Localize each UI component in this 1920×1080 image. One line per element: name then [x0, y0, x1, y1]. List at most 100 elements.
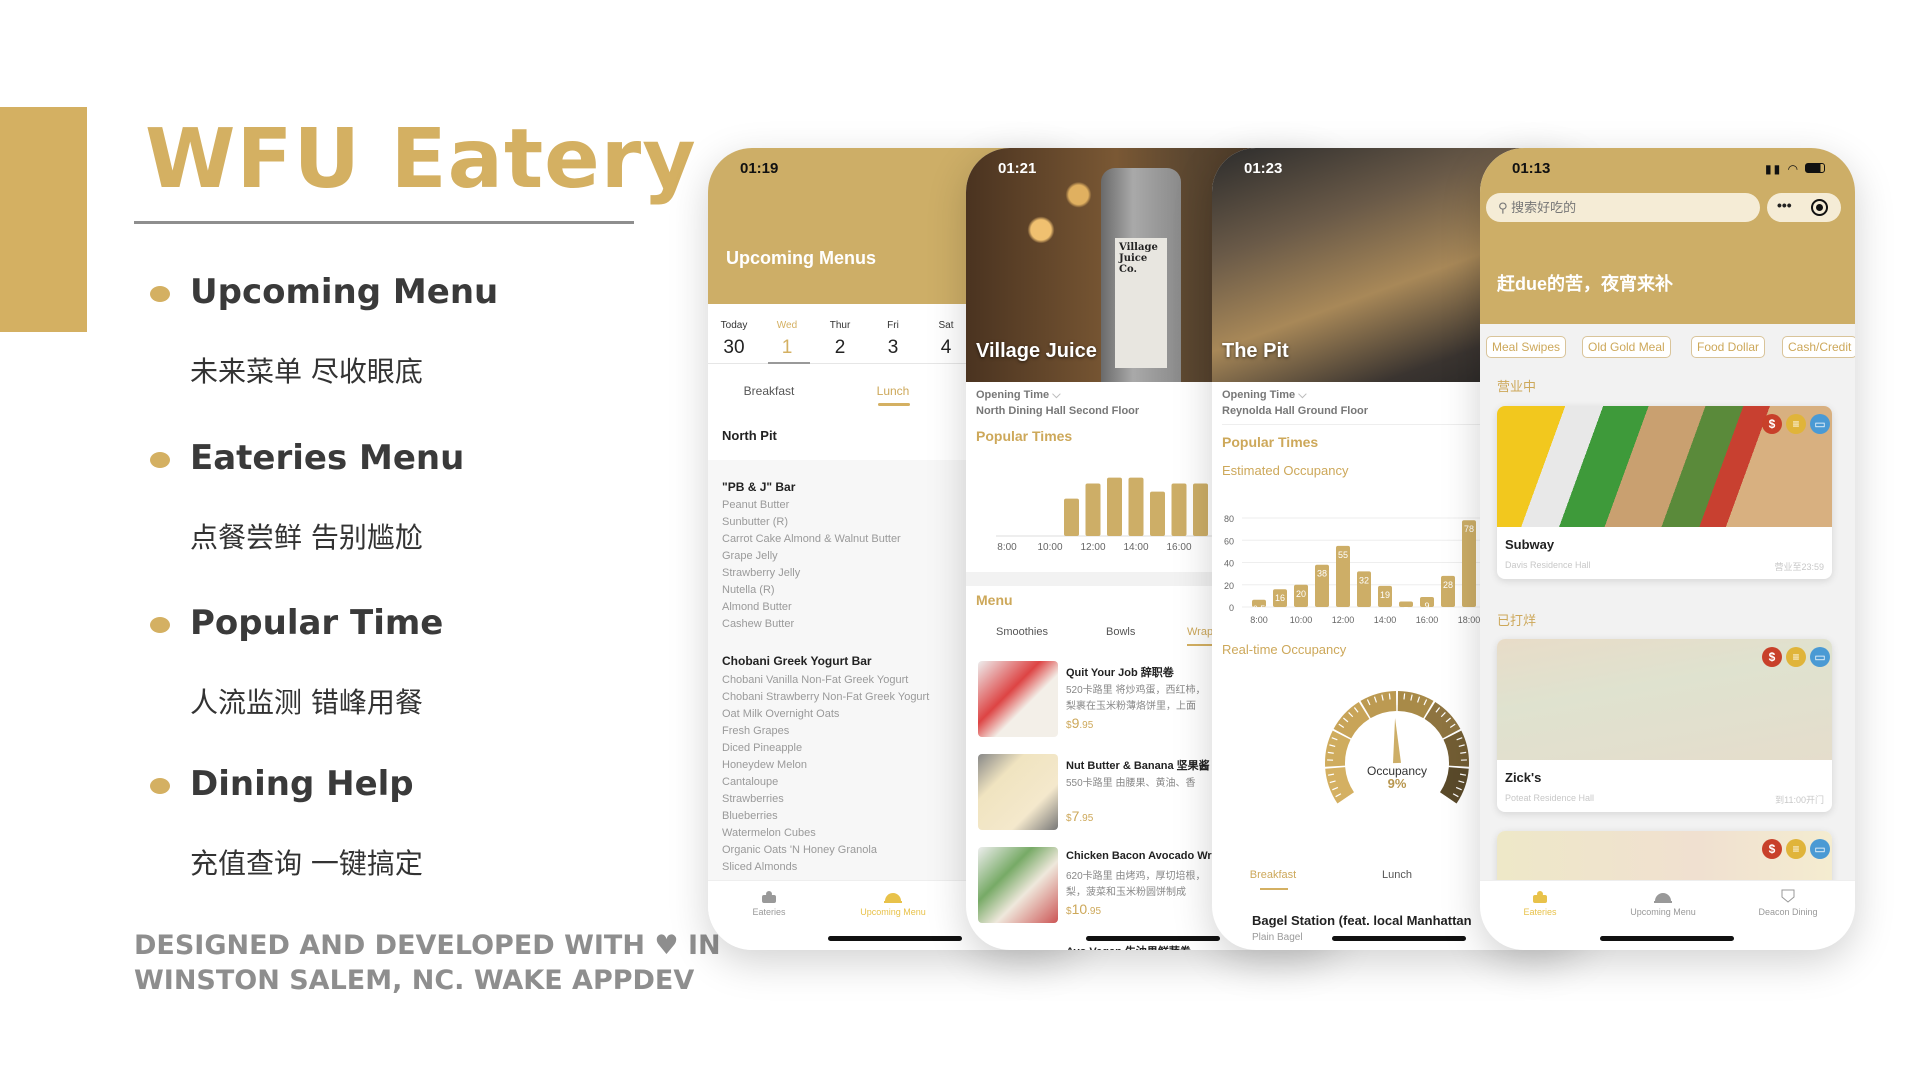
bullet-icon	[150, 286, 170, 302]
close-miniprogram-icon[interactable]	[1811, 199, 1828, 216]
data-label: 19	[1380, 590, 1390, 600]
menu-item-title[interactable]: Nut Butter & Banana 坚果酱	[1066, 757, 1210, 773]
gauge-segment	[1443, 730, 1469, 767]
tab-eateries[interactable]: Eateries	[714, 889, 824, 917]
data-label: 78	[1464, 524, 1474, 534]
station-title: Chobani Greek Yogurt Bar	[722, 654, 872, 668]
page-title: Upcoming Menus	[726, 248, 877, 268]
day-fri[interactable]: Fri 3	[868, 320, 918, 359]
menu-item-description: 550卡路里 由腰果、黄油、香	[1066, 778, 1196, 789]
x-tick-label: 14:00	[1374, 615, 1397, 625]
more-icon[interactable]: •••	[1777, 197, 1792, 213]
tab-eateries[interactable]: Eateries	[1485, 889, 1595, 917]
day-label: Today	[720, 320, 748, 331]
gauge-segment	[1325, 767, 1354, 804]
day-sat[interactable]: Sat 4	[921, 320, 971, 359]
tab-lunch[interactable]: Lunch	[853, 384, 933, 398]
cloche-icon	[884, 893, 902, 903]
price-int: 10	[1071, 901, 1088, 917]
opening-time-toggle[interactable]: Opening Time ⌵	[976, 389, 1061, 402]
tab-lunch[interactable]: Lunch	[1357, 869, 1437, 881]
eatery-name: The Pit	[1222, 340, 1289, 362]
location-text: North Dining Hall Second Floor	[976, 405, 1140, 417]
menu-item-title[interactable]: Chicken Bacon Avocado Wr	[1066, 850, 1212, 862]
x-tick-label: 10:00	[1037, 542, 1062, 553]
menu-item: Chobani Vanilla Non-Fat Greek Yogurt	[722, 674, 909, 686]
signal-icon: ▮▮	[1765, 162, 1783, 176]
bullet-icon	[150, 617, 170, 633]
day-number: 4	[940, 337, 952, 358]
search-placeholder: 搜索好吃的	[1511, 200, 1577, 215]
day-label: Thur	[829, 320, 851, 331]
day-number: 1	[781, 337, 793, 358]
filter-food-dollar[interactable]: Food Dollar	[1691, 336, 1766, 358]
x-tick-label: 10:00	[1290, 615, 1313, 625]
chevron-down-icon: ⌵	[1052, 389, 1061, 401]
filter-cash-credit[interactable]: Cash/Credit	[1782, 336, 1855, 358]
bullet-icon	[150, 778, 170, 794]
menu-item-price: $7.95	[1066, 808, 1093, 824]
category-bowls[interactable]: Bowls	[1106, 626, 1135, 638]
feature-title: Dining Help	[190, 764, 414, 804]
wifi-icon: ◠	[1787, 162, 1801, 176]
menu-item-title[interactable]: Avo Vegan 牛油果鲜蔬卷	[1066, 943, 1191, 950]
bar	[1150, 491, 1165, 536]
bullet-icon	[150, 452, 170, 468]
price-dec: .95	[1079, 720, 1094, 731]
eatery-name: Village Juice	[976, 340, 1097, 362]
bar	[1171, 483, 1187, 536]
filter-meal-swipes[interactable]: Meal Swipes	[1486, 336, 1567, 358]
feature-subtitle: 未来菜单 尽收眼底	[190, 355, 423, 388]
day-label: Sat	[938, 320, 954, 331]
status-icons: ▮▮ ◠	[1765, 162, 1826, 176]
capsule-menu: •••	[1767, 193, 1841, 222]
gold-accent-block	[0, 107, 87, 332]
divider	[1222, 424, 1482, 425]
tab-breakfast[interactable]: Breakfast	[729, 384, 809, 398]
opening-time-toggle[interactable]: Opening Time ⌵	[1222, 389, 1307, 402]
x-tick-label: 16:00	[1166, 542, 1191, 553]
filter-old-gold-meal[interactable]: Old Gold Meal	[1582, 336, 1671, 358]
coins-icon: ≡	[1786, 414, 1806, 434]
menu-item-image	[978, 847, 1058, 923]
data-label: 16	[1275, 593, 1285, 603]
menu-item-description: 620卡路里 由烤鸡，厚切培根，	[1066, 871, 1206, 882]
card-icon: ▭	[1810, 839, 1830, 859]
tab-upcoming-menu[interactable]: Upcoming Menu	[838, 889, 948, 917]
tab-breakfast[interactable]: Breakfast	[1233, 869, 1313, 881]
menu-item: Peanut Butter	[722, 499, 790, 511]
active-tab-underline	[1260, 888, 1288, 890]
category-smoothies[interactable]: Smoothies	[996, 626, 1048, 638]
y-tick-label: 0	[1229, 603, 1234, 613]
tab-deacon-dining[interactable]: Deacon Dining	[1733, 889, 1843, 917]
home-indicator	[1086, 936, 1220, 941]
data-label: 32	[1359, 575, 1369, 585]
data-label: 6.5	[1253, 604, 1266, 614]
status-time: 01:23	[1244, 160, 1283, 177]
bar	[1107, 477, 1122, 536]
dollar-icon: $	[1762, 414, 1782, 434]
menu-item-title[interactable]: Quit Your Job 辞职卷	[1066, 664, 1174, 680]
menu-item: Carrot Cake Almond & Walnut Butter	[722, 533, 901, 545]
day-label: Fri	[887, 320, 899, 331]
station-title: "PB & J" Bar	[722, 480, 796, 494]
gauge-segment	[1440, 767, 1469, 804]
menu-item-price: $9.95	[1066, 715, 1093, 731]
x-tick-label: 14:00	[1123, 542, 1148, 553]
day-wed[interactable]: Wed 1	[762, 320, 812, 359]
section-subtitle: Real-time Occupancy	[1222, 642, 1347, 657]
eatery-hours: 营业至23:59	[1774, 562, 1824, 572]
search-input[interactable]: ⚲ 搜索好吃的	[1486, 193, 1760, 222]
data-label: 9	[1424, 601, 1429, 611]
tab-upcoming-menu[interactable]: Upcoming Menu	[1608, 889, 1718, 917]
gauge-tick	[1327, 766, 1340, 769]
day-thur[interactable]: Thur 2	[815, 320, 865, 359]
day-today[interactable]: Today 30	[709, 320, 759, 359]
eatery-card-subway[interactable]: $ ≡ ▭ Subway Davis Residence Hall 营业至23:…	[1497, 406, 1832, 579]
x-tick-label: 18:00	[1458, 615, 1481, 625]
tab-label: Eateries	[752, 907, 786, 917]
menu-item-description: 梨裹在玉米粉薄烙饼里，上面	[1066, 701, 1196, 712]
menu-item: Grape Jelly	[722, 550, 778, 562]
home-indicator	[1600, 936, 1734, 941]
eatery-card-zicks[interactable]: $ ≡ ▭ Zick's Poteat Residence Hall 到11:0…	[1497, 639, 1832, 812]
